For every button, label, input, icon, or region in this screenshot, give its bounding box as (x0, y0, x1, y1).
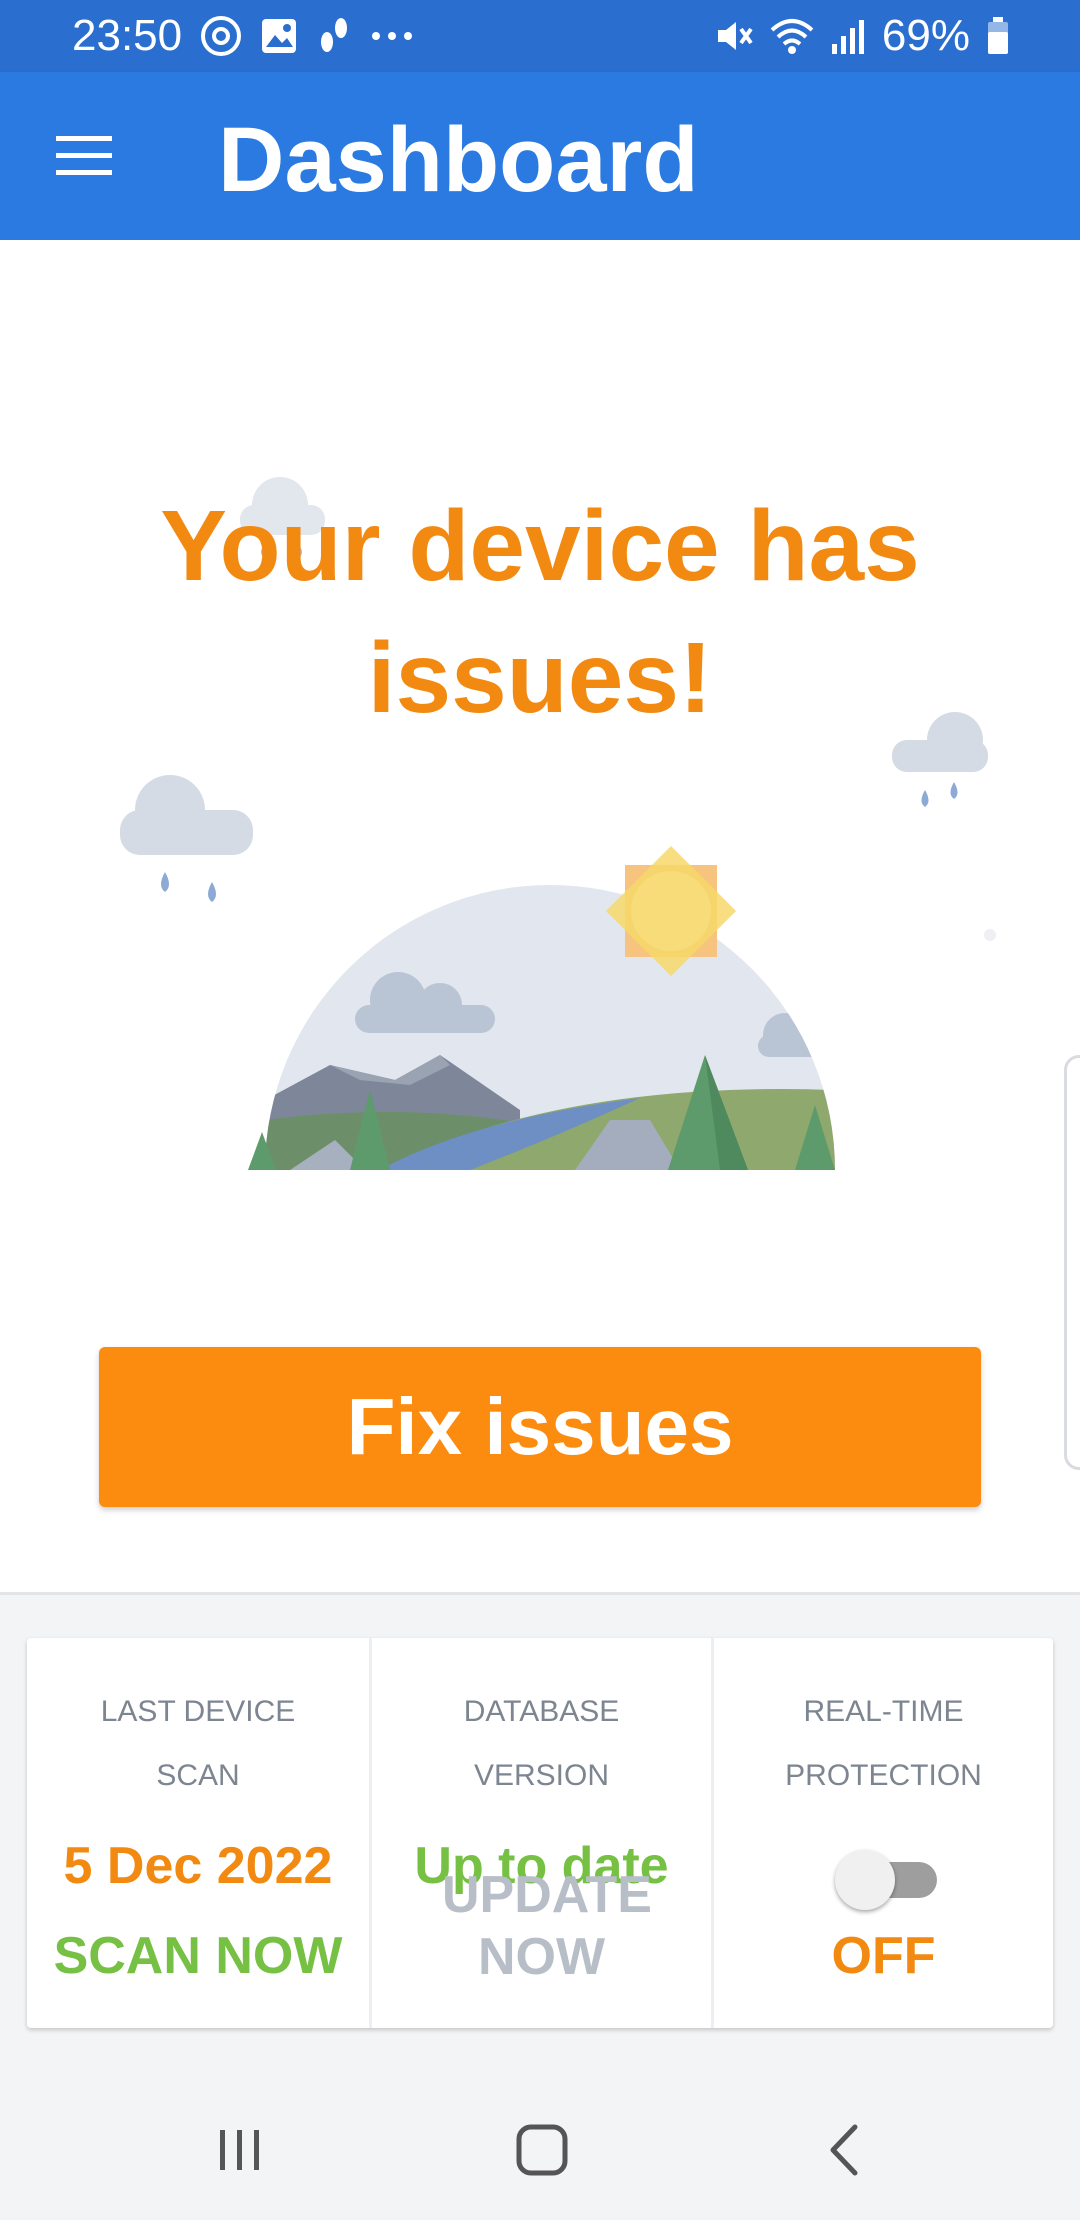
protection-label: REAL-TIME PROTECTION (785, 1695, 982, 1792)
page-title: Dashboard (218, 109, 699, 211)
signal-icon (830, 16, 866, 56)
home-icon[interactable] (492, 2105, 592, 2195)
battery-icon (986, 16, 1010, 56)
battery-percent: 69% (881, 11, 970, 60)
sun-icon (605, 845, 737, 977)
issues-headline: Your device has issues! (160, 490, 920, 734)
status-card: LAST DEVICE SCAN 5 Dec 2022 SCAN NOW DAT… (27, 1638, 1053, 2028)
app-bar: Dashboard (0, 72, 1080, 240)
status-bar: 23:50 69% (0, 0, 1080, 72)
last-scan-date: 5 Dec 2022 (63, 1837, 333, 1895)
protection-column: REAL-TIME PROTECTION OFF (711, 1638, 1053, 2028)
toggle-knob (835, 1850, 895, 1910)
more-dots-icon (370, 30, 414, 42)
protection-status: OFF (831, 1927, 936, 1985)
hamburger-menu-icon[interactable] (48, 120, 120, 192)
navigation-bar (0, 2075, 1080, 2220)
steps-icon (316, 16, 352, 56)
edge-panel-handle[interactable] (1064, 1055, 1080, 1470)
status-left-icons (200, 14, 414, 58)
status-time: 23:50 (72, 11, 183, 60)
last-scan-column: LAST DEVICE SCAN 5 Dec 2022 SCAN NOW (27, 1638, 369, 2028)
update-now-button[interactable]: UPDATE NOW (372, 1864, 711, 1988)
back-icon[interactable] (795, 2105, 895, 2195)
database-label: DATABASE VERSION (463, 1695, 620, 1792)
mute-icon (714, 16, 754, 56)
last-scan-label: LAST DEVICE SCAN (100, 1695, 296, 1792)
protection-toggle[interactable] (714, 1838, 1053, 1910)
notification-app-icon (200, 15, 242, 57)
recent-apps-icon[interactable] (190, 2105, 290, 2195)
database-column: DATABASE VERSION Up to date UPDATE NOW (369, 1638, 711, 2028)
cloud-icon (120, 775, 253, 902)
fix-issues-button[interactable]: Fix issues (99, 1347, 981, 1507)
wifi-icon (770, 16, 814, 56)
status-right-icons: 69% (714, 12, 1010, 60)
scan-now-button[interactable]: SCAN NOW (27, 1924, 369, 1988)
gallery-icon (260, 17, 298, 55)
